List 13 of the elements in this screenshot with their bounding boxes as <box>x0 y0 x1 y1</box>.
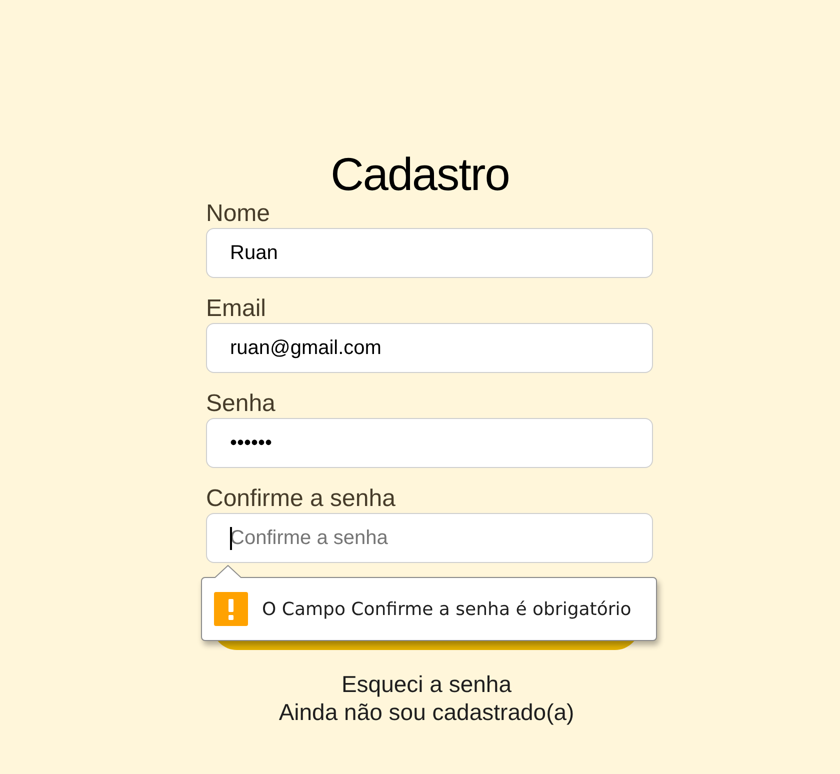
input-field[interactable]: Confirme a senha <box>206 513 653 563</box>
exclamation-icon <box>214 592 248 626</box>
input-field[interactable]: Ruan <box>206 228 653 278</box>
field-label: Nome <box>206 200 272 228</box>
validation-message: O Campo Confirme a senha é obrigatório <box>262 598 632 620</box>
field-label: Email <box>206 295 268 323</box>
page-title: Cadastro <box>330 148 510 200</box>
field-label: Confirme a senha <box>206 485 396 513</box>
text-link[interactable]: Ainda não sou cadastrado(a) <box>278 698 574 726</box>
input-field[interactable]: •••••• <box>206 418 653 468</box>
text-link[interactable]: Esqueci a senha <box>341 670 512 698</box>
field-label: Senha <box>206 390 276 418</box>
input-field[interactable]: ruan@gmail.com <box>206 323 653 373</box>
